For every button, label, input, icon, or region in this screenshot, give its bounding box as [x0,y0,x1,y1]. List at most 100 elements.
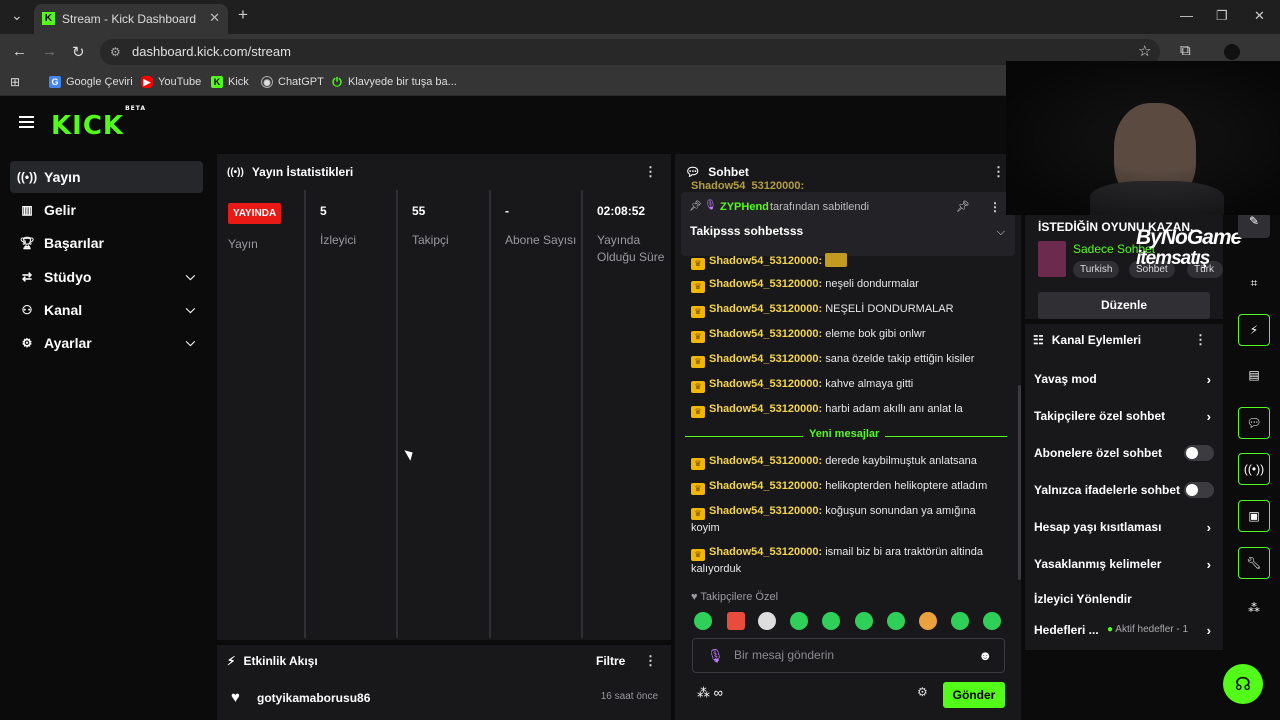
bookmark-star-icon[interactable]: ☆ [1138,42,1151,60]
more-options-icon[interactable]: ⋮ [989,200,1001,214]
sidebar-item-label: Gelir [44,202,76,218]
emote-icon[interactable] [790,612,808,630]
chevron-right-icon: › [1206,557,1211,572]
bookmark-chatgpt[interactable]: ✺ ChatGPT [261,76,324,88]
window-close-icon[interactable]: ✕ [1254,8,1265,24]
pinned-username[interactable]: ZYPHend [720,201,769,213]
action-hesap-yasi[interactable]: Hesap yaşı kısıtlaması › [1025,520,1223,542]
emote-icon[interactable] [727,612,745,630]
sidebar-item-studyo[interactable]: ⇄ Stüdyo ⌵ [10,261,203,293]
emote-icon[interactable] [919,612,937,630]
action-izleyici-yonlendir[interactable]: İzleyici Yönlendir [1025,592,1223,614]
send-button[interactable]: Gönder [943,682,1005,708]
kick-logo[interactable]: KICKBETA [51,105,146,141]
chat-username[interactable]: Shadow54_53120000: [709,378,822,390]
activity-title: Etkinlik Akışı [243,654,318,668]
action-takipci-sohbet[interactable]: Takipçilere özel sohbet › [1025,409,1223,431]
followers-only-notice: ♥ Takipçilere Özel [691,591,778,603]
screenshot-icon[interactable]: ⌗ [1238,268,1270,300]
layout-icon[interactable]: ▣ [1238,500,1270,532]
emote-icon[interactable] [758,612,776,630]
emote-icon[interactable] [951,612,969,630]
chat-username[interactable]: Shadow54_53120000: [709,328,822,340]
browser-tab[interactable]: K Stream - Kick Dashboard ✕ [34,4,228,34]
extensions-icon[interactable]: ⧉ [1180,42,1191,59]
edit-button[interactable]: Düzenle [1038,292,1210,319]
action-yavas-mod[interactable]: Yavaş mod › [1025,372,1223,394]
sidebar-item-gelir[interactable]: ▥ Gelir [10,194,203,226]
chat-username[interactable]: Shadow54_53120000: [709,455,822,467]
youtube-icon: ▶ [141,76,153,88]
wrench-icon[interactable]: 🔧︎ [1238,547,1270,579]
mic-icon[interactable]: 🎙︎ [707,639,724,672]
chat-input[interactable]: 🎙︎ Bir mesaj gönderin ☻ [692,638,1005,673]
new-tab-icon[interactable]: + [238,5,248,25]
emote-icon[interactable] [855,612,873,630]
emote-icon [825,253,848,267]
emote-icon[interactable] [887,612,905,630]
emote-icon[interactable] [822,612,840,630]
sidebar-item-ayarlar[interactable]: ⚙ Ayarlar ⌵ [10,327,203,359]
chat-username[interactable]: Shadow54_53120000: [709,303,822,315]
sidebar-item-basarilar[interactable]: 🏆︎ Başarılar [10,227,203,259]
emote-icon[interactable] [694,612,712,630]
bolt-icon[interactable]: ⚡︎ [1238,314,1270,346]
pinned-message[interactable]: 📌︎ 🎙︎ ZYPHend tarafından sabitlendi 📌︎ ⋮… [681,192,1015,256]
site-info-icon[interactable]: ⚙ [110,39,121,65]
apps-grid-icon[interactable]: ⊞ [10,75,20,89]
chevron-down-icon: ⌵ [185,335,195,349]
reload-icon[interactable]: ↻ [72,43,85,61]
emoji-icon[interactable]: ☻ [978,639,992,672]
chat-username[interactable]: Shadow54_53120000: [709,278,822,290]
menu-icon[interactable] [19,116,34,128]
more-options-icon[interactable]: ⋮ [1194,332,1207,348]
action-hedefler[interactable]: Hedefleri ... ● Aktif hedefler - 1 › [1025,623,1223,645]
stat-value: - [505,204,509,218]
chat-username[interactable]: Shadow54_53120000: [709,353,822,365]
support-headset-icon[interactable]: ☊ [1223,664,1263,704]
chat-username[interactable]: Shadow54_53120000: [709,546,822,558]
sidebar-item-yayin[interactable]: ((•)) Yayın [10,161,203,193]
action-yasakli-kelimeler[interactable]: Yasaklanmış kelimeler › [1025,557,1223,579]
profile-avatar[interactable] [1224,44,1240,60]
chat-bubble-icon[interactable]: 💬︎ [1238,407,1270,439]
points-icon[interactable]: ⁂ ∞ [697,685,723,701]
gear-icon[interactable]: ⚙ [917,685,928,699]
more-options-icon[interactable]: ⋮ [644,653,657,669]
crown-badge-icon: ♛ [691,483,705,495]
toggle-switch[interactable] [1184,445,1214,461]
bookmark-klavye[interactable]: ⏻ Klavyede bir tuşa ba... [331,76,457,88]
chevron-down-icon[interactable]: ⌵ [997,226,1005,239]
document-icon[interactable]: ▤ [1238,360,1270,392]
chat-scrollbar[interactable] [1018,385,1021,580]
bookmark-kick[interactable]: K Kick [211,76,249,88]
chat-username[interactable]: Shadow54_53120000: [709,505,822,517]
emote-icon[interactable] [983,612,1001,630]
filter-button[interactable]: Filtre [596,654,625,668]
bookmark-youtube[interactable]: ▶ YouTube [141,76,201,88]
address-input[interactable]: ⚙ dashboard.kick.com/stream [100,39,1160,65]
toggle-switch[interactable] [1184,482,1214,498]
tab-close-icon[interactable]: ✕ [209,10,220,26]
back-icon[interactable]: ← [12,43,27,60]
sidebar-item-kanal[interactable]: ⚇ Kanal ⌵ [10,294,203,326]
unpin-icon[interactable]: 📌︎ [956,200,970,213]
tab-search-icon[interactable]: ⌄ [11,7,23,24]
broadcast-icon[interactable]: ((•)) [1238,453,1270,485]
chat-username[interactable]: Shadow54_53120000: [709,403,822,415]
chat-username[interactable]: Shadow54_53120000: [709,255,822,267]
chat-username[interactable]: Shadow54_53120000: [709,480,822,492]
minimize-icon[interactable]: — [1180,8,1193,23]
action-label: Yalnızca ifadelerle sohbet [1034,483,1181,497]
heart-icon: ♥ [691,591,698,603]
stream-stats-panel: ((•)) Yayın İstatistikleri ⋮ YAYINDA Yayı… [217,154,671,640]
activity-user[interactable]: gotyikamaborusu86 [257,691,370,705]
stat-label: Takipçi [412,233,449,247]
more-options-icon[interactable]: ⋮ [644,164,657,180]
forward-icon[interactable]: → [42,43,57,60]
bookmark-google-ceviri[interactable]: G Google Çeviri [49,76,133,88]
stat-column-takipci: 55 Takipçi [398,190,491,638]
chat-username[interactable]: Shadow54_53120000: [691,180,804,190]
share-icon[interactable]: ⁂ [1238,593,1270,625]
maximize-icon[interactable]: ❐ [1216,8,1228,24]
